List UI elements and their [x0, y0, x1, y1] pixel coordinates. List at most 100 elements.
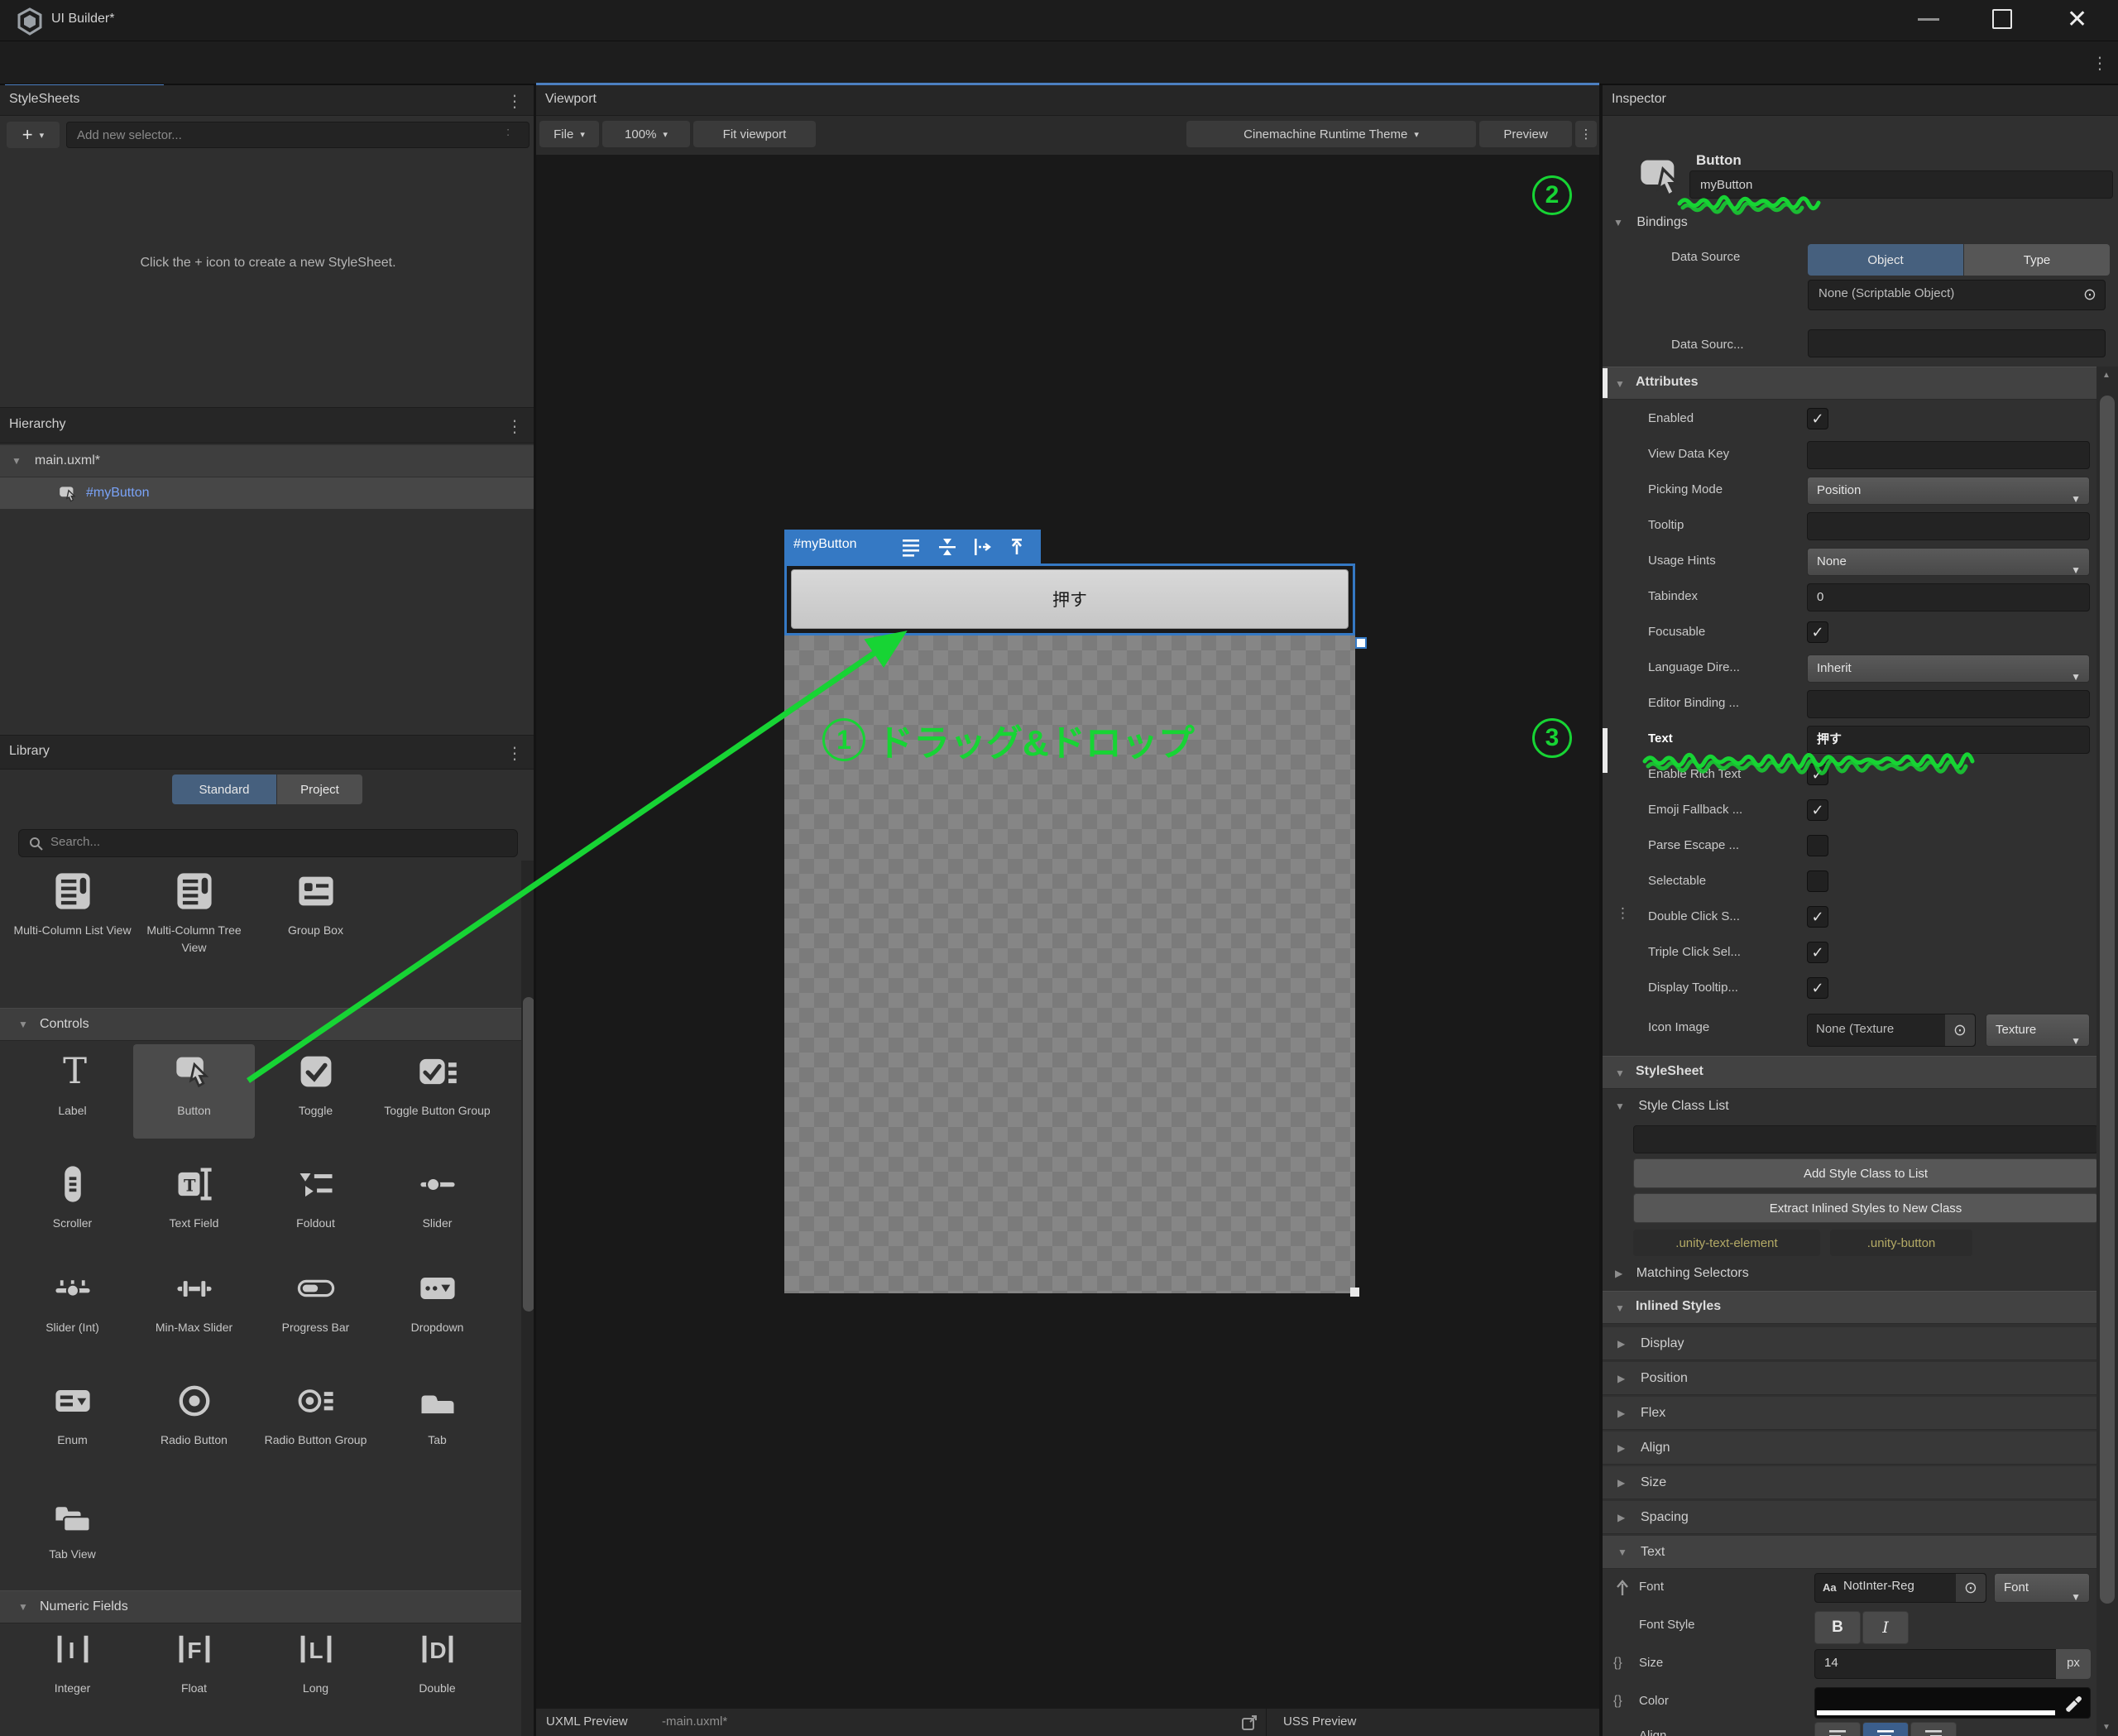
library-item-tab[interactable]: Tab [376, 1379, 498, 1449]
preview-toggle-button[interactable]: Preview [1479, 121, 1572, 147]
library-item-progress-bar[interactable]: Progress Bar [255, 1267, 376, 1336]
inlined-styles-section-header[interactable]: ▼ Inlined Styles [1603, 1291, 2096, 1324]
inlined-align-foldout[interactable]: ▶Align [1603, 1431, 2096, 1465]
library-item-multi-column-list-view[interactable]: Multi-Column List View [12, 870, 133, 939]
data-source-object-toggle[interactable]: Object [1808, 244, 1963, 276]
italic-button[interactable]: I [1862, 1611, 1909, 1644]
library-item-long[interactable]: L Long [255, 1628, 376, 1697]
justify-icon[interactable] [900, 536, 922, 558]
library-item-label[interactable]: T Label [12, 1050, 133, 1120]
stylesheets-menu-icon[interactable]: ⋮ [506, 91, 523, 112]
style-class-pill-button[interactable]: .unity-button [1830, 1230, 1972, 1256]
close-icon[interactable]: ✕ [2067, 5, 2087, 34]
data-source-path-field[interactable] [1808, 329, 2106, 357]
library-item-toggle-button-group[interactable]: Toggle Button Group [376, 1050, 498, 1120]
attr-checkbox-enable-rich-text[interactable]: ✓ [1807, 764, 1828, 785]
library-menu-icon[interactable]: ⋮ [506, 743, 523, 764]
inspector-scrollbar[interactable]: ▲ ▼ [2096, 367, 2118, 1736]
style-class-input[interactable] [1633, 1125, 2098, 1153]
attr-field-view-data-key[interactable] [1807, 441, 2090, 469]
scroll-down-icon[interactable]: ▼ [2102, 1723, 2111, 1732]
library-tab-standard[interactable]: Standard [172, 774, 276, 804]
file-menu-button[interactable]: File▾ [539, 121, 599, 147]
px-unit-badge[interactable]: px [2056, 1649, 2091, 1679]
add-selector-input[interactable] [66, 122, 530, 148]
tab-strip-menu-icon[interactable]: ⋮ [2092, 53, 2108, 74]
attr-field-tooltip[interactable] [1807, 512, 2090, 540]
add-style-class-button[interactable]: Add Style Class to List [1633, 1158, 2098, 1188]
maximize-icon[interactable] [1992, 9, 2012, 29]
attr-checkbox-double-click[interactable]: ✓ [1807, 906, 1828, 928]
bindings-foldout[interactable]: ▼ Bindings [1613, 215, 1688, 230]
library-search-field[interactable]: Search... [18, 829, 518, 857]
library-item-scroller[interactable]: Scroller [12, 1163, 133, 1232]
attr-object-icon-image[interactable]: None (Texture ⊙ [1807, 1014, 1976, 1047]
size-field[interactable]: 14 px [1814, 1649, 2091, 1679]
library-item-radio-button-group[interactable]: Radio Button Group [255, 1379, 376, 1449]
add-stylesheet-button[interactable]: + ▾ [7, 122, 60, 148]
canvas-button-element[interactable]: 押す [791, 569, 1349, 629]
library-item-toggle[interactable]: Toggle [255, 1050, 376, 1120]
uss-preview-label[interactable]: USS Preview [1283, 1714, 1356, 1729]
data-source-type-toggle[interactable]: Type [1964, 244, 2110, 276]
zoom-level-button[interactable]: 100%▾ [602, 121, 690, 147]
library-item-slider-int[interactable]: Slider (Int) [12, 1267, 133, 1336]
stylesheet-section-header[interactable]: ▼ StyleSheet [1603, 1056, 2096, 1089]
attr-checkbox-enabled[interactable]: ✓ [1807, 408, 1828, 429]
hierarchy-item-mybutton[interactable]: #myButton [0, 477, 536, 509]
attr-dropdown-usage-hints[interactable]: None▼ [1807, 548, 2090, 576]
align-left-button[interactable] [1814, 1722, 1861, 1736]
vertical-center-icon[interactable] [937, 536, 958, 558]
hierarchy-item-main-uxml[interactable]: ▼ main.uxml* [0, 445, 536, 477]
bold-button[interactable]: B [1814, 1611, 1861, 1644]
attr-field-editor-binding[interactable] [1807, 690, 2090, 718]
library-item-multi-column-tree-view[interactable]: Multi-Column Tree View [133, 870, 255, 957]
attr-checkbox-selectable[interactable] [1807, 870, 1828, 892]
horizontal-distribute-icon[interactable] [971, 536, 993, 558]
library-item-dropdown[interactable]: Dropdown [376, 1267, 498, 1336]
attr-checkbox-emoji-fallback[interactable]: ✓ [1807, 799, 1828, 821]
library-section-numeric-fields[interactable]: ▼ Numeric Fields [0, 1590, 521, 1623]
object-picker-icon[interactable]: ⊙ [1945, 1014, 1975, 1046]
library-item-enum[interactable]: Enum [12, 1379, 133, 1449]
matching-selectors-foldout[interactable]: ▶ Matching Selectors [1615, 1266, 1749, 1281]
library-item-radio-button[interactable]: Radio Button [133, 1379, 255, 1449]
object-picker-icon[interactable]: ⊙ [2075, 281, 2105, 309]
viewport-menu-icon[interactable]: ⋮ [1575, 121, 1597, 147]
style-class-pill-text-element[interactable]: .unity-text-element [1633, 1230, 1820, 1256]
library-tab-project[interactable]: Project [277, 774, 362, 804]
vertical-distribute-icon[interactable] [1006, 536, 1028, 558]
inlined-flex-foldout[interactable]: ▶Flex [1603, 1397, 2096, 1430]
canvas-header-tab[interactable]: #myButton [784, 530, 1041, 563]
attr-checkbox-triple-click[interactable]: ✓ [1807, 942, 1828, 963]
library-item-group-box[interactable]: Group Box [255, 870, 376, 939]
data-source-object-field[interactable]: None (Scriptable Object) ⊙ [1808, 280, 2106, 310]
extract-inlined-styles-button[interactable]: Extract Inlined Styles to New Class [1633, 1193, 2098, 1223]
library-item-min-max-slider[interactable]: Min-Max Slider [133, 1267, 255, 1336]
library-item-double[interactable]: D Double [376, 1628, 498, 1697]
attr-checkbox-display-tooltip[interactable]: ✓ [1807, 977, 1828, 999]
resize-handle[interactable] [1355, 637, 1367, 649]
object-picker-icon[interactable]: ⊙ [1956, 1574, 1986, 1602]
attr-dropdown-picking-mode[interactable]: Position▼ [1807, 477, 2090, 505]
library-section-controls[interactable]: ▼ Controls [0, 1008, 521, 1041]
theme-dropdown[interactable]: Cinemachine Runtime Theme▾ [1186, 121, 1476, 147]
inlined-spacing-foldout[interactable]: ▶Spacing [1603, 1501, 2096, 1534]
inlined-position-foldout[interactable]: ▶Position [1603, 1362, 2096, 1395]
library-item-button[interactable]: Button [133, 1050, 255, 1120]
attr-checkbox-parse-escape[interactable] [1807, 835, 1828, 856]
element-name-field[interactable] [1689, 170, 2113, 199]
library-item-integer[interactable]: I Integer [12, 1628, 133, 1697]
attr-field-text[interactable]: 押す [1807, 726, 2090, 754]
library-item-foldout[interactable]: Foldout [255, 1163, 376, 1232]
library-item-float[interactable]: F Float [133, 1628, 255, 1697]
attributes-section-header[interactable]: ▼ Attributes [1603, 367, 2096, 400]
inlined-size-foldout[interactable]: ▶Size [1603, 1466, 2096, 1499]
align-right-button[interactable] [1910, 1722, 1957, 1736]
inspector-scrollbar-thumb[interactable] [2100, 396, 2115, 1604]
fit-viewport-button[interactable]: Fit viewport [693, 121, 816, 147]
attr-texture-type-dropdown[interactable]: Texture▼ [1986, 1014, 2090, 1047]
canvas-corner-handle[interactable] [1350, 1288, 1359, 1297]
attr-checkbox-focusable[interactable]: ✓ [1807, 621, 1828, 643]
inlined-text-foldout[interactable]: ▼Text [1603, 1536, 2096, 1569]
